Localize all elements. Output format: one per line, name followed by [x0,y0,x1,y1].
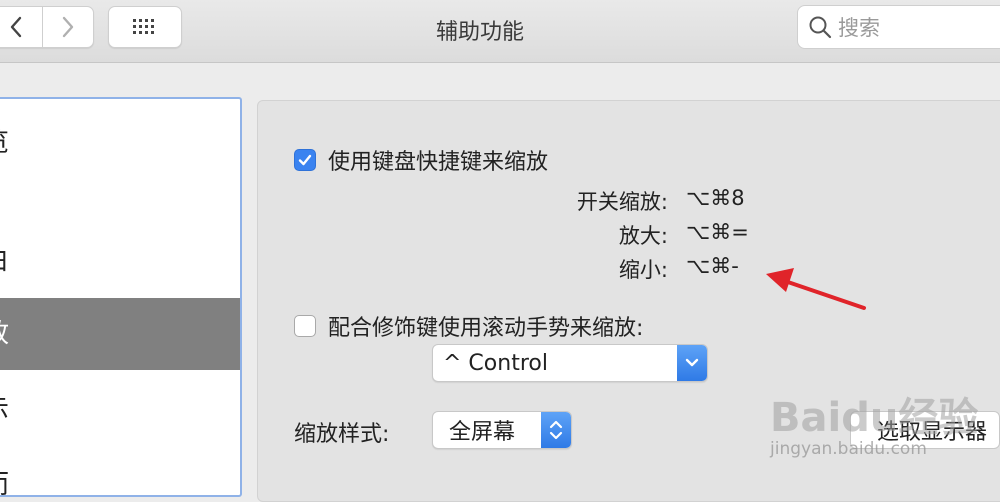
zoom-style-value: 全屏幕 [449,420,516,445]
sidebar-item-5[interactable]: 而 [0,449,240,495]
sidebar-item-1[interactable]: 览 [0,107,240,179]
scroll-gesture-label: 配合修饰键使用滚动手势来缩放: [328,316,644,341]
keyboard-shortcuts-row: 使用键盘快捷键来缩放 [294,144,548,176]
zoom-out-label: 缩小: [618,258,668,282]
keyboard-shortcuts-label: 使用键盘快捷键来缩放 [328,150,549,175]
sidebar-item-4[interactable]: 示 [0,374,240,446]
stepper-arrows [541,412,571,448]
sidebar-item-2[interactable]: 白 [0,225,240,297]
zoom-style-label: 缩放样式: [294,422,390,447]
zoom-in-label: 放大: [618,224,668,248]
sidebar-item-zoom[interactable]: 放 [0,298,240,370]
search-icon [809,16,832,39]
search-field[interactable]: 搜索 [797,5,1000,49]
toggle-zoom-keys: ⌥⌘8 [686,186,745,210]
window-toolbar: 辅助功能 搜索 [0,0,1000,63]
modifier-key-select[interactable]: ^ Control [432,344,708,382]
checkmark-icon [298,154,312,166]
annotation-arrow-icon [766,268,866,310]
scroll-gesture-row: 配合修饰键使用滚动手势来缩放: [294,310,643,342]
chevron-down-icon [685,358,699,367]
choose-display-button[interactable]: 选取显示器 [850,411,1000,449]
search-placeholder: 搜索 [838,16,880,40]
sidebar: 览 白 放 示 而 [0,97,242,497]
dropdown-arrow [677,345,707,381]
modifier-key-value: ^ Control [443,350,548,376]
toggle-zoom-label: 开关缩放: [576,190,668,214]
keyboard-shortcuts-checkbox[interactable] [294,149,316,171]
chevron-up-down-icon [549,420,563,440]
zoom-out-keys: ⌥⌘- [686,254,739,278]
zoom-in-keys: ⌥⌘= [686,220,749,244]
scroll-gesture-checkbox[interactable] [294,315,316,337]
zoom-style-select[interactable]: 全屏幕 [432,411,572,449]
shortcut-labels: 开关缩放: 放大: 缩小: [440,186,668,286]
